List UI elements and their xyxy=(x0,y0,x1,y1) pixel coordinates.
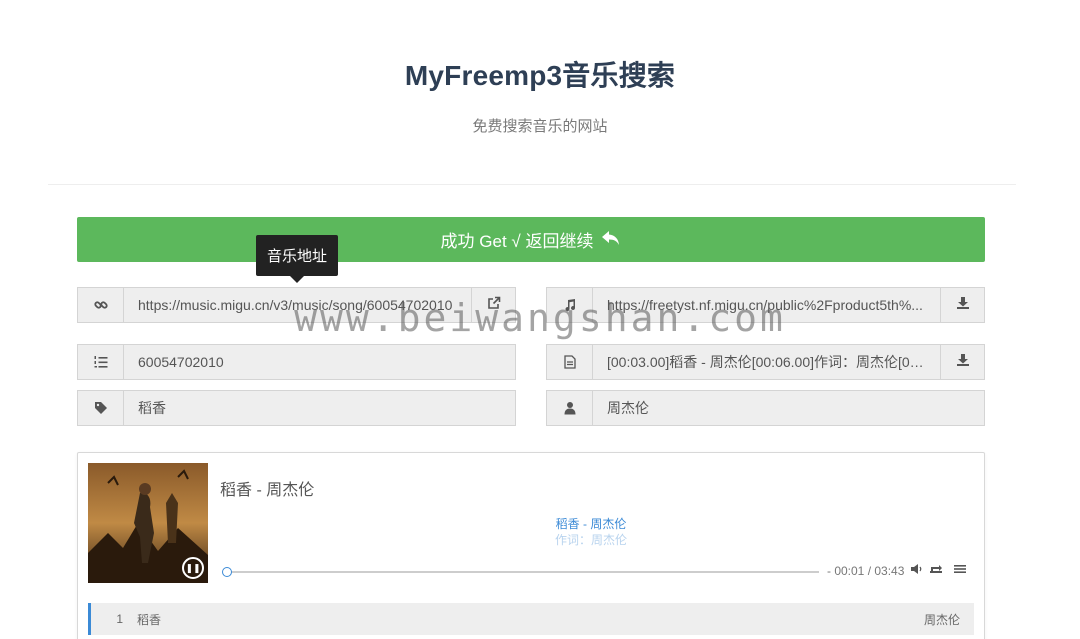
playlist-row-index: 1 xyxy=(116,612,123,626)
lyrics-value[interactable]: [00:03.00]稻香 - 周杰伦[00:06.00]作词：周杰伦[00:..… xyxy=(593,345,940,379)
tag-icon xyxy=(78,391,124,425)
lyrics-field: [00:03.00]稻香 - 周杰伦[00:06.00]作词：周杰伦[00:..… xyxy=(546,344,985,380)
volume-icon[interactable] xyxy=(911,563,923,578)
reply-icon xyxy=(601,230,621,250)
download-file-button[interactable] xyxy=(940,288,984,322)
playlist-row-artist: 周杰伦 xyxy=(923,612,960,627)
playlist-menu-icon[interactable] xyxy=(954,563,966,578)
download-icon xyxy=(956,296,970,315)
artist-value[interactable]: 周杰伦 xyxy=(593,391,984,425)
playlist-row[interactable]: 1 稻香 周杰伦 xyxy=(88,603,974,635)
link-icon xyxy=(78,288,124,322)
page-subtitle: 免费搜索音乐的网站 xyxy=(472,118,608,135)
playlist-row-name: 稻香 xyxy=(137,612,162,627)
user-icon xyxy=(547,391,593,425)
song-name-field: 稻香 xyxy=(77,390,516,426)
document-icon xyxy=(547,345,593,379)
time-display: - 00:01 / 03:43 xyxy=(827,564,905,578)
success-return-button[interactable]: 成功 Get √ 返回继续 xyxy=(77,217,985,262)
music-note-icon xyxy=(547,288,593,322)
lyric-next-line: 作词：周杰伦 xyxy=(554,533,627,547)
list-ordered-icon xyxy=(78,345,124,379)
download-icon xyxy=(956,353,970,372)
artist-field: 周杰伦 xyxy=(546,390,985,426)
song-id-field: 60054702010 xyxy=(77,344,516,380)
file-url-value[interactable]: https://freetyst.nf.migu.cn/public%2Fpro… xyxy=(593,288,940,322)
song-name-value[interactable]: 稻香 xyxy=(124,391,515,425)
file-url-field: https://freetyst.nf.migu.cn/public%2Fpro… xyxy=(546,287,985,323)
music-url-field: https://music.migu.cn/v3/music/song/6005… xyxy=(77,287,516,323)
loop-icon[interactable] xyxy=(929,563,943,578)
tooltip-music-url: 音乐地址 xyxy=(256,235,338,283)
success-label: 成功 Get √ 返回继续 xyxy=(440,232,594,251)
pause-icon[interactable]: ❚❚ xyxy=(182,557,204,579)
music-player: ❚❚ 稻香 - 周杰伦 稻香 - 周杰伦 作词：周杰伦 - 00:01 / 03… xyxy=(77,452,985,639)
music-url-value[interactable]: https://music.migu.cn/v3/music/song/6005… xyxy=(124,288,471,322)
progress-knob[interactable] xyxy=(221,567,232,577)
header-divider xyxy=(48,184,1016,185)
player-song-title: 稻香 - 周杰伦 xyxy=(220,482,315,499)
open-music-url-button[interactable] xyxy=(471,288,515,322)
lyric-current-line: 稻香 - 周杰伦 xyxy=(555,517,627,531)
page-title: MyFreemp3音乐搜索 xyxy=(404,60,676,91)
progress-bar[interactable] xyxy=(221,567,819,577)
external-link-icon xyxy=(487,296,501,315)
song-id-value[interactable]: 60054702010 xyxy=(124,345,515,379)
download-lyrics-button[interactable] xyxy=(940,345,984,379)
page-header: MyFreemp3音乐搜索 免费搜索音乐的网站 xyxy=(0,0,1080,185)
